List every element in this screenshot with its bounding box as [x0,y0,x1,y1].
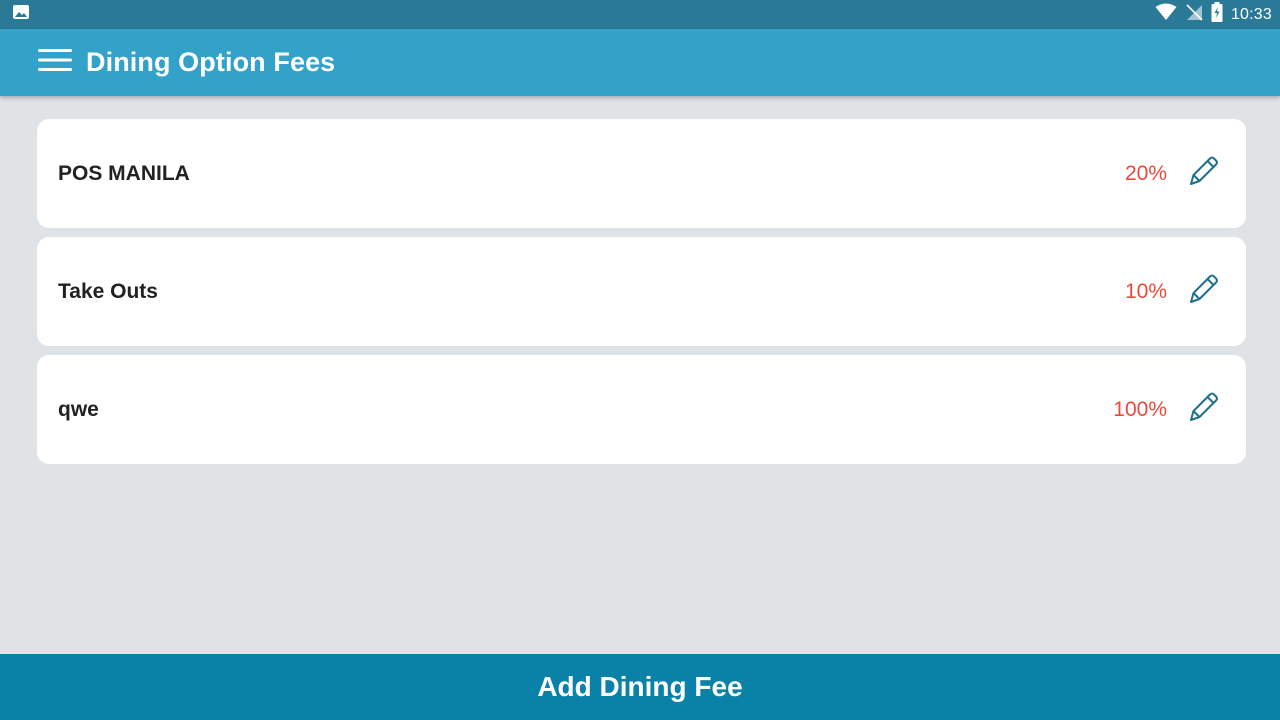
dining-fee-value: 100% [1113,397,1167,421]
no-signal-icon [1185,3,1203,26]
wifi-icon [1155,3,1177,26]
dining-fee-item[interactable]: qwe 100% [37,355,1246,464]
dining-fee-name: Take Outs [58,279,158,303]
edit-button[interactable] [1185,274,1221,310]
dining-fee-value: 20% [1124,161,1167,185]
pencil-edit-icon [1185,271,1221,312]
dining-fee-list: POS MANILA 20% Take Outs 10% qwe 100% [37,119,1246,464]
add-dining-fee-label: Add Dining Fee [537,671,743,702]
pencil-edit-icon [1185,153,1221,194]
edit-button[interactable] [1185,392,1221,428]
hamburger-menu-icon [38,48,72,77]
dining-fee-name: qwe [58,397,99,421]
menu-button[interactable] [37,45,73,81]
add-dining-fee-button[interactable]: Add Dining Fee [0,654,1280,720]
edit-button[interactable] [1185,156,1221,192]
status-bar: 10:33 [0,0,1280,29]
status-time: 10:33 [1230,5,1272,23]
battery-charging-icon [1211,2,1223,27]
app-bar: Dining Option Fees [0,29,1280,96]
pencil-edit-icon [1185,389,1221,430]
dining-fee-value: 10% [1124,279,1167,303]
image-notification-icon [12,4,30,25]
dining-fee-name: POS MANILA [58,161,190,185]
dining-fee-item[interactable]: Take Outs 10% [37,237,1246,346]
page-title: Dining Option Fees [86,47,336,77]
dining-fee-item[interactable]: POS MANILA 20% [37,119,1246,228]
